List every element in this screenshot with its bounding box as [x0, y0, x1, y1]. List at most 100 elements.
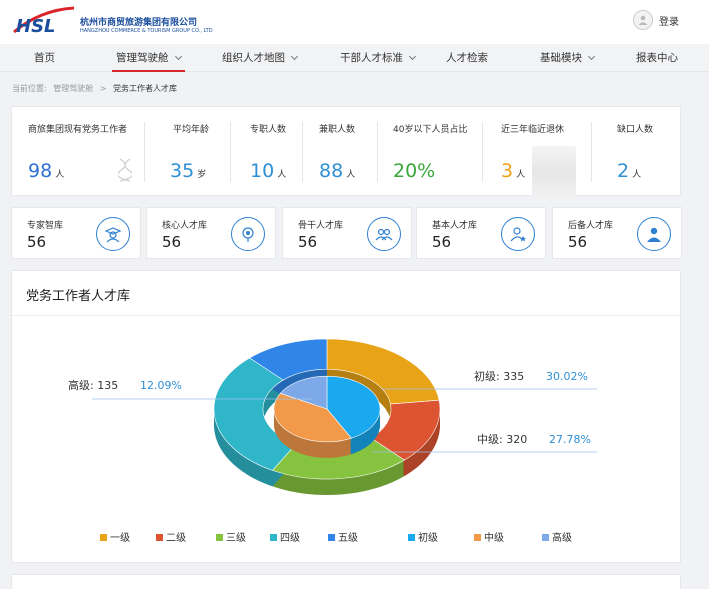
company-name-en: HANGZHOU COMMERCE & TOURISM GROUP CO., L… [80, 28, 213, 34]
breadcrumb-separator: > [99, 84, 107, 93]
reserve-talent-icon [637, 217, 671, 251]
library-label: 基本人才库 [432, 221, 478, 231]
callout-percent: 12.09% [140, 379, 182, 392]
stat-label: 40岁以下人员占比 [393, 125, 468, 135]
company-name-cn: 杭州市商贸旅游集团有限公司 [80, 18, 198, 28]
stat-number: 10 [250, 160, 275, 182]
library-card-basic[interactable]: 基本人才库 56 [416, 207, 546, 259]
stat-label: 缺口人数 [617, 125, 654, 135]
nav-item-base-module[interactable]: 基础模块 [540, 44, 596, 72]
legend-label: 二级 [166, 532, 186, 544]
divider [591, 122, 592, 182]
legend-label: 高级 [552, 531, 572, 544]
library-card-reserve[interactable]: 后备人才库 56 [552, 207, 682, 259]
stat-number: 98 [28, 160, 53, 182]
stat-value: 3人 [501, 160, 525, 182]
nav-label: 首页 [34, 52, 55, 64]
stat-number: 35 [170, 160, 195, 182]
legend-swatch [156, 534, 163, 541]
donut-chart: 高级: 135 12.09% 初级: 335 30.02% 中级: 320 27.78% 一… [68, 338, 597, 544]
stat-label: 近三年临近退休 [501, 125, 565, 135]
stat-number: 3 [501, 160, 514, 182]
stat-unit: 人 [632, 170, 642, 180]
company-logo[interactable]: HSL 杭州市商贸旅游集团有限公司 HANGZHOU COMMERCE & TO… [12, 4, 213, 40]
library-value: 56 [568, 233, 588, 251]
stat-value: 98 人 [28, 160, 64, 182]
chevron-down-icon [587, 52, 596, 61]
nav-label: 管理驾驶舱 [116, 52, 169, 64]
breadcrumb: 当前位置: 管理驾驶舱 > 党务工作者人才库 [12, 83, 181, 94]
callout-label: 中级: 320 [477, 433, 527, 446]
nav-label: 人才检索 [446, 52, 488, 64]
divider [302, 122, 303, 182]
nav-item-cadre-standard[interactable]: 干部人才标准 [340, 44, 417, 72]
breadcrumb-parent-link[interactable]: 管理驾驶舱 [53, 84, 93, 93]
legend-swatch [328, 534, 335, 541]
callout-percent: 27.78% [549, 433, 591, 446]
stat-label: 兼职人数 [319, 125, 356, 135]
library-value: 56 [162, 233, 182, 251]
chevron-down-icon [290, 52, 299, 61]
legend-label: 一级 [110, 532, 130, 544]
user-avatar-icon [633, 10, 653, 30]
library-value: 56 [27, 233, 47, 251]
library-label: 核心人才库 [162, 221, 208, 231]
top-header: HSL 杭州市商贸旅游集团有限公司 HANGZHOU COMMERCE & TO… [0, 0, 709, 44]
legend-swatch [100, 534, 107, 541]
nav-item-talent-map[interactable]: 组织人才地图 [222, 44, 299, 72]
stat-unit: 岁 [197, 170, 207, 180]
library-card-expert[interactable]: 专家智库 56 [11, 207, 141, 259]
breadcrumb-current: 党务工作者人才库 [113, 84, 178, 93]
nav-item-cockpit[interactable]: 管理驾驶舱 [112, 44, 184, 72]
nav-label: 组织人才地图 [222, 52, 285, 64]
backbone-talent-icon [367, 217, 401, 251]
stat-label: 专职人数 [250, 125, 287, 135]
stat-number: 88 [319, 160, 344, 182]
nav-item-talent-search[interactable]: 人才检索 [446, 44, 488, 72]
legend-swatch [542, 534, 549, 541]
library-card-core[interactable]: 核心人才库 56 [146, 207, 276, 259]
next-panel [11, 574, 681, 589]
stat-value: 10 人 [250, 160, 286, 182]
legend-label: 三级 [226, 532, 246, 544]
stat-value: 20% [393, 160, 435, 182]
main-nav: 首页 管理驾驶舱 组织人才地图 干部人才标准 人才检索 基础模块 报表中心 [0, 44, 709, 72]
login-button[interactable]: 登录 [633, 10, 679, 30]
legend-label: 初级 [418, 531, 438, 544]
stat-number: 20% [393, 160, 436, 182]
breadcrumb-prefix: 当前位置: [12, 84, 47, 93]
blurred-overlay [532, 146, 576, 198]
legend-label: 四级 [280, 532, 300, 544]
nav-label: 干部人才标准 [340, 52, 403, 64]
core-talent-icon [231, 217, 265, 251]
divider [144, 122, 145, 182]
stat-unit: 人 [516, 170, 526, 180]
dna-icon [118, 158, 132, 182]
stat-label: 平均年龄 [173, 125, 210, 135]
library-value: 56 [432, 233, 452, 251]
legend-label: 中级 [484, 531, 504, 544]
chevron-down-icon [174, 52, 182, 61]
nav-label: 基础模块 [540, 52, 582, 64]
stat-unit: 人 [346, 170, 356, 180]
legend-swatch [270, 534, 277, 541]
basic-talent-icon [501, 217, 535, 251]
stat-value: 35 岁 [170, 160, 206, 182]
legend-swatch [216, 534, 223, 541]
library-label: 后备人才库 [568, 221, 614, 231]
talent-pool-panel: 党务工作者人才库 高级: 135 12.09% 初级: 335 30.02% 中级: 3… [11, 270, 681, 563]
library-label: 骨干人才库 [298, 221, 344, 231]
nav-item-home[interactable]: 首页 [34, 44, 55, 72]
nav-item-report-center[interactable]: 报表中心 [636, 44, 678, 72]
stat-value: 88 人 [319, 160, 355, 182]
library-label: 专家智库 [27, 221, 64, 231]
chevron-down-icon [408, 52, 417, 61]
legend-swatch [408, 534, 415, 541]
stats-card: 商旅集团现有党务工作者 98 人 平均年龄 35 岁 专职人数 10 人 兼职人数 8… [11, 106, 681, 196]
legend-label: 五级 [338, 532, 358, 544]
divider [230, 122, 231, 182]
stat-label: 商旅集团现有党务工作者 [28, 125, 128, 135]
library-card-backbone[interactable]: 骨干人才库 56 [282, 207, 412, 259]
stat-value: 2人 [617, 160, 641, 182]
library-value: 56 [298, 233, 318, 251]
